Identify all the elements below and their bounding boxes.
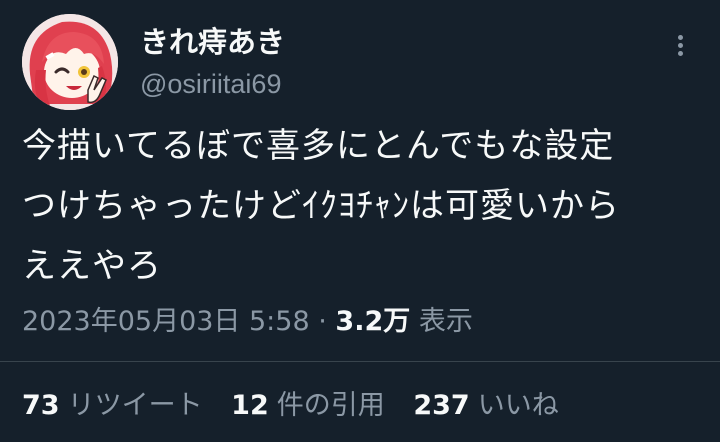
user-handle[interactable]: @osiriitai69	[140, 66, 285, 102]
views-count[interactable]: 3.2万	[335, 306, 410, 337]
more-options-button[interactable]	[668, 32, 692, 62]
avatar-illustration	[22, 14, 118, 110]
divider	[0, 361, 720, 362]
views-label: 表示	[418, 306, 473, 337]
retweets-count: 73	[22, 390, 60, 421]
quotes-label: 件の引用	[276, 390, 385, 421]
tweet-text: 今描いてるぼで喜多にとんでもな設定 つけちゃったけどｲｸﾖﾁｬﾝは可愛いから え…	[22, 116, 702, 296]
tweet-text-line: つけちゃったけどｲｸﾖﾁｬﾝは可愛いから	[22, 186, 620, 226]
display-name[interactable]: きれ痔あき	[140, 24, 285, 60]
retweets-stat[interactable]: 73 リツイート	[22, 384, 203, 428]
quotes-count: 12	[231, 390, 269, 421]
tweet-text-line: ええやろ	[22, 246, 162, 286]
tweet-card: きれ痔あき @osiriitai69 今描いてるぼで喜多にとんでもな設定 つけち…	[0, 0, 720, 442]
likes-label: いいね	[477, 390, 559, 421]
meta-separator: ·	[318, 306, 327, 337]
more-horizontal-icon	[677, 43, 683, 48]
likes-count: 237	[413, 390, 470, 421]
more-horizontal-icon	[677, 51, 683, 56]
quotes-stat[interactable]: 12 件の引用	[231, 384, 385, 428]
tweet-meta: 2023年05月03日 5:58 · 3.2万 表示	[22, 300, 473, 344]
engagement-stats: 73 リツイート 12 件の引用 237 いいね	[22, 384, 579, 428]
user-names: きれ痔あき @osiriitai69	[140, 24, 285, 102]
more-horizontal-icon	[677, 35, 683, 40]
tweet-text-line: 今描いてるぼで喜多にとんでもな設定	[22, 126, 615, 166]
tweet-header: きれ痔あき @osiriitai69	[22, 14, 702, 110]
retweets-label: リツイート	[67, 390, 203, 421]
avatar[interactable]	[22, 14, 118, 110]
timestamp[interactable]: 2023年05月03日 5:58	[22, 306, 310, 337]
likes-stat[interactable]: 237 いいね	[413, 384, 558, 428]
